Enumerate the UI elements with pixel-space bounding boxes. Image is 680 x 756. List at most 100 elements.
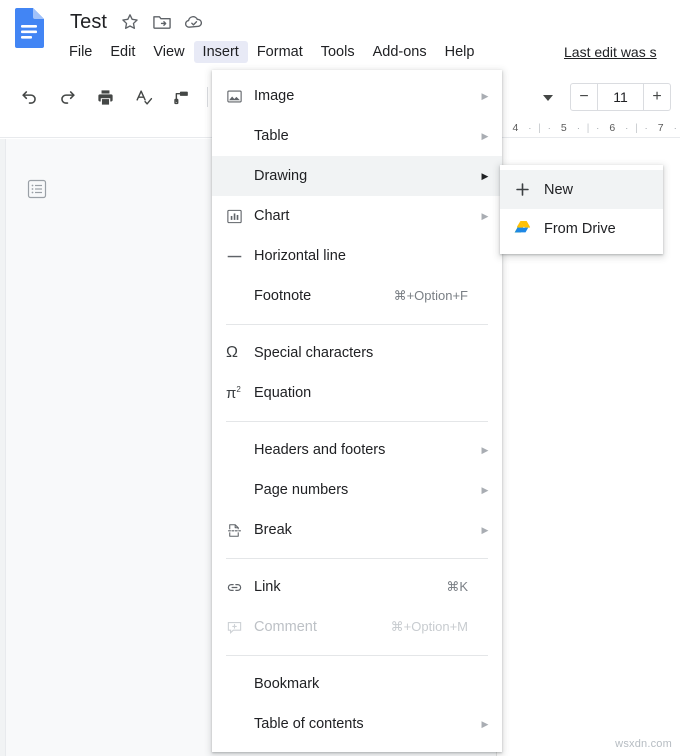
font-size-stepper: − 11 + bbox=[570, 83, 671, 111]
menu-separator bbox=[226, 421, 488, 422]
insert-link-label: Link bbox=[254, 579, 281, 595]
menu-file[interactable]: File bbox=[60, 41, 101, 63]
spelling-check-icon[interactable] bbox=[130, 84, 156, 110]
undo-icon[interactable] bbox=[16, 84, 42, 110]
cloud-saved-icon[interactable] bbox=[183, 11, 205, 33]
equation-icon: π2 bbox=[226, 384, 241, 402]
title-row: Test bbox=[68, 6, 205, 38]
page-title[interactable]: Test bbox=[68, 10, 109, 35]
redo-icon[interactable] bbox=[54, 84, 80, 110]
font-size-decrease-button[interactable]: − bbox=[570, 83, 598, 111]
insert-footnote[interactable]: Footnote ⌘+Option+F bbox=[212, 276, 502, 316]
insert-comment-accel: ⌘+Option+M bbox=[390, 619, 468, 634]
ruler-tick: · bbox=[673, 123, 677, 133]
insert-image-label: Image bbox=[254, 88, 295, 104]
watermark: wsxdn.com bbox=[615, 738, 672, 750]
toolbar-divider bbox=[207, 87, 208, 107]
insert-comment-label: Comment bbox=[254, 619, 317, 635]
menu-separator bbox=[226, 324, 488, 325]
ruler-mark-5: 5 bbox=[560, 122, 567, 134]
insert-drawing[interactable]: Drawing ▶ bbox=[212, 156, 502, 196]
paint-format-icon[interactable] bbox=[168, 84, 194, 110]
insert-footnote-label: Footnote bbox=[254, 288, 312, 304]
star-icon[interactable] bbox=[119, 11, 141, 33]
insert-horizontal-line[interactable]: Horizontal line bbox=[212, 236, 502, 276]
insert-bookmark-label: Bookmark bbox=[254, 676, 320, 692]
insert-page-numbers[interactable]: Page numbers ▶ bbox=[212, 470, 502, 510]
ruler-tick: | bbox=[538, 122, 541, 134]
font-size-input[interactable]: 11 bbox=[598, 83, 643, 111]
chevron-right-icon: ▶ bbox=[481, 444, 489, 455]
ruler-tick: · bbox=[576, 123, 580, 133]
break-icon bbox=[226, 520, 254, 540]
chevron-right-icon: ▶ bbox=[481, 90, 489, 101]
no-icon bbox=[226, 286, 254, 306]
insert-special-characters-label: Special characters bbox=[254, 345, 374, 361]
drawing-new[interactable]: New bbox=[500, 170, 663, 209]
insert-horizontal-line-label: Horizontal line bbox=[254, 248, 346, 264]
drawing-new-label: New bbox=[544, 181, 574, 198]
drawing-from-drive[interactable]: From Drive bbox=[500, 209, 663, 248]
insert-equation[interactable]: π2 Equation bbox=[212, 373, 502, 413]
horizontal-line-icon bbox=[226, 246, 254, 266]
move-to-folder-icon[interactable] bbox=[151, 11, 173, 33]
insert-bookmark[interactable]: Bookmark bbox=[212, 664, 502, 704]
menu-view[interactable]: View bbox=[144, 41, 193, 63]
no-icon bbox=[226, 440, 254, 460]
no-icon bbox=[226, 674, 254, 694]
google-drive-icon bbox=[514, 218, 544, 240]
image-icon bbox=[226, 86, 254, 106]
omega-icon: Ω bbox=[226, 344, 238, 361]
menu-addons[interactable]: Add-ons bbox=[364, 41, 436, 63]
insert-special-characters[interactable]: Ω Special characters bbox=[212, 333, 502, 373]
insert-table[interactable]: Table ▶ bbox=[212, 116, 502, 156]
last-edit-status[interactable]: Last edit was s bbox=[564, 44, 657, 60]
print-icon[interactable] bbox=[92, 84, 118, 110]
insert-chart[interactable]: Chart ▶ bbox=[212, 196, 502, 236]
chevron-right-icon: ▶ bbox=[481, 718, 489, 729]
app-header: Test File Edit View Insert Format Tools … bbox=[0, 0, 680, 76]
ruler-mark-7: 7 bbox=[657, 122, 664, 134]
chevron-right-icon: ▶ bbox=[481, 210, 489, 221]
font-size-increase-button[interactable]: + bbox=[643, 83, 671, 111]
ruler-marks: · 4 · | · 5 · | · 6 · | · 7 · bbox=[496, 118, 680, 138]
chevron-right-icon: ▶ bbox=[481, 524, 489, 535]
menu-insert[interactable]: Insert bbox=[193, 41, 248, 63]
document-outline-icon[interactable] bbox=[26, 178, 48, 200]
menu-format[interactable]: Format bbox=[248, 41, 312, 63]
ruler-tick: | bbox=[635, 122, 638, 134]
insert-equation-label: Equation bbox=[254, 385, 312, 401]
chevron-down-icon[interactable] bbox=[538, 88, 558, 108]
ruler-tick: · bbox=[596, 123, 600, 133]
ruler-mark-6: 6 bbox=[609, 122, 616, 134]
insert-footnote-accel: ⌘+Option+F bbox=[393, 288, 468, 303]
no-icon bbox=[226, 166, 254, 186]
menu-help[interactable]: Help bbox=[436, 41, 484, 63]
drawing-from-drive-label: From Drive bbox=[544, 220, 616, 237]
insert-break[interactable]: Break ▶ bbox=[212, 510, 502, 550]
menu-edit[interactable]: Edit bbox=[101, 41, 144, 63]
insert-image[interactable]: Image ▶ bbox=[212, 76, 502, 116]
ruler-tick: · bbox=[625, 123, 629, 133]
comment-icon bbox=[226, 617, 254, 637]
menu-separator bbox=[226, 558, 488, 559]
insert-page-numbers-label: Page numbers bbox=[254, 482, 349, 498]
plus-icon bbox=[514, 179, 544, 201]
insert-break-label: Break bbox=[254, 522, 292, 538]
insert-link[interactable]: Link ⌘K bbox=[212, 567, 502, 607]
page-left-margin bbox=[0, 139, 6, 756]
insert-table-of-contents[interactable]: Table of contents ▶ bbox=[212, 704, 502, 744]
no-icon bbox=[226, 480, 254, 500]
no-icon bbox=[226, 126, 254, 146]
ruler-mark-4: 4 bbox=[512, 122, 519, 134]
insert-link-accel: ⌘K bbox=[446, 579, 468, 594]
insert-comment: Comment ⌘+Option+M bbox=[212, 607, 502, 647]
chart-icon bbox=[226, 206, 254, 226]
chevron-right-icon: ▶ bbox=[481, 484, 489, 495]
insert-chart-label: Chart bbox=[254, 208, 290, 224]
menu-tools[interactable]: Tools bbox=[312, 41, 364, 63]
insert-headers-and-footers[interactable]: Headers and footers ▶ bbox=[212, 430, 502, 470]
docs-file-icon[interactable] bbox=[14, 8, 44, 48]
no-icon bbox=[226, 714, 254, 734]
ruler-tick: · bbox=[547, 123, 551, 133]
